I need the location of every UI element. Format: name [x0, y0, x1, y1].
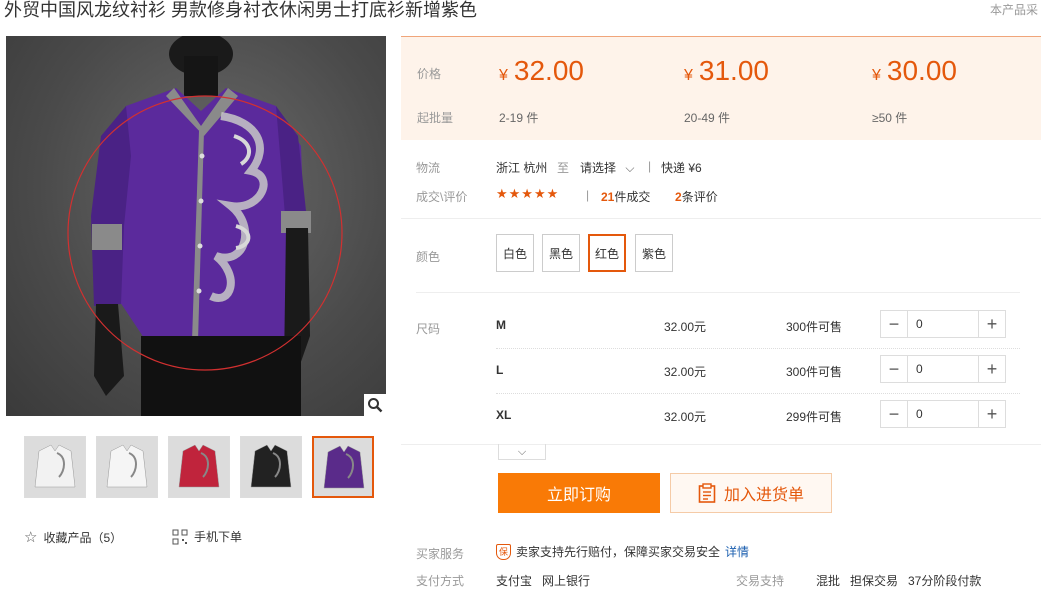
moq-tier-3: ≥50 件 [872, 111, 908, 125]
decrement-button[interactable]: − [881, 356, 907, 382]
moq-label: 起批量 [417, 111, 454, 125]
chevron-down-icon: ⌵ [625, 161, 635, 175]
reviews-label: 成交\评价 [416, 190, 468, 204]
size-price: 32.00元 [664, 365, 707, 379]
increment-button[interactable]: + [979, 311, 1005, 337]
size-price: 32.00元 [664, 320, 707, 334]
size-row: M 32.00元 300件可售 −0 + [496, 303, 1020, 348]
purple-shirt-photo [67, 36, 343, 416]
thumbnail-red-shirt[interactable] [168, 436, 230, 498]
thumbnail-purple-shirt[interactable] [312, 436, 374, 498]
buyer-service: 保 卖家支持先行赔付，保障买家交易安全 详情 [496, 543, 749, 560]
payment-methods: 支付宝 网上银行 [496, 574, 591, 588]
trade-support-methods: 混批 担保交易 37分阶段付款 [816, 574, 982, 588]
review-count[interactable]: 2条评价 [675, 188, 718, 205]
logistics-to: 至 [557, 161, 570, 175]
payment-label: 支付方式 [416, 574, 465, 588]
rating-stars: ★★★★★ [496, 186, 560, 201]
size-stock: 300件可售 [786, 365, 843, 379]
size-name: L [496, 363, 504, 377]
express-fee: 快递 ¥6 [661, 161, 702, 175]
size-name: XL [496, 408, 512, 422]
moq-tier-1: 2-19 件 [499, 111, 539, 125]
divider [416, 292, 1020, 293]
qr-code-icon [172, 529, 188, 544]
trade-support-label: 交易支持 [736, 574, 785, 588]
quantity-stepper: −0 + [880, 400, 1006, 428]
product-notice: 本产品采 [990, 3, 1039, 17]
order-now-button[interactable]: 立即订购 [498, 473, 660, 513]
increment-button[interactable]: + [979, 401, 1005, 427]
size-stock: 300件可售 [786, 320, 843, 334]
product-title: 外贸中国风龙纹衬衫 男款修身衬衣休闲男士打底衫新增紫色 [4, 0, 477, 20]
quantity-stepper: −0 + [880, 355, 1006, 383]
size-name: M [496, 318, 506, 332]
logistics-label: 物流 [416, 161, 441, 175]
expand-sizes-button[interactable]: ⌵ [498, 444, 546, 460]
price-label: 价格 [417, 67, 442, 81]
price-panel: 价格 起批量 ¥32.00 ¥31.00 ¥30.00 2-19 件 20-49… [401, 36, 1041, 140]
add-to-purchase-list-button[interactable]: 加入进货单 [670, 473, 832, 513]
clipboard-icon [698, 483, 716, 503]
price-tier-2: ¥31.00 [684, 55, 769, 86]
buyer-service-label: 买家服务 [416, 547, 465, 561]
color-label: 颜色 [416, 250, 441, 264]
decrement-button[interactable]: − [881, 401, 907, 427]
quantity-input[interactable]: 0 [907, 401, 979, 427]
thumbnail-white-shirt-side[interactable] [96, 436, 158, 498]
zoom-button[interactable] [364, 394, 386, 416]
color-option-1[interactable]: 黑色 [542, 234, 580, 272]
destination-select[interactable]: 请选择 ⌵ [580, 159, 634, 176]
magnifier-icon [368, 398, 383, 413]
size-row: L 32.00元 300件可售 −0 + [496, 348, 1020, 393]
logistics-origin: 浙江 杭州 [496, 161, 548, 175]
mobile-order-label: 手机下单 [194, 530, 243, 544]
mobile-order-button[interactable]: 手机下单 [172, 528, 242, 545]
color-option-3[interactable]: 紫色 [635, 234, 673, 272]
quantity-stepper: −0 + [880, 310, 1006, 338]
reviews-separator: | [586, 188, 590, 202]
decrement-button[interactable]: − [881, 311, 907, 337]
favorite-label: 收藏产品（5） [43, 530, 123, 545]
price-tier-3: ¥30.00 [872, 55, 957, 86]
chevron-down-icon: ⌵ [517, 445, 527, 458]
shield-badge-icon: 保 [496, 543, 511, 560]
thumbnail-white-shirt-front[interactable] [24, 436, 86, 498]
thumbnail-strip [24, 436, 374, 498]
divider [401, 444, 1041, 445]
logistics-separator: | [648, 159, 652, 173]
size-row: XL 32.00元 299件可售 −0 + [496, 393, 1020, 438]
service-detail-link[interactable]: 详情 [725, 543, 749, 560]
thumbnail-black-shirt[interactable] [240, 436, 302, 498]
star-outline-icon: ☆ [24, 529, 38, 546]
color-option-0[interactable]: 白色 [496, 234, 534, 272]
add-to-list-label: 加入进货单 [723, 487, 804, 504]
price-tier-1: ¥32.00 [499, 55, 584, 86]
divider [401, 218, 1041, 219]
sold-count[interactable]: 21件成交 [601, 188, 650, 205]
size-stock: 299件可售 [786, 410, 843, 424]
main-product-image[interactable] [6, 36, 386, 416]
size-price: 32.00元 [664, 410, 707, 424]
moq-tier-2: 20-49 件 [684, 111, 731, 125]
color-option-2[interactable]: 红色 [588, 234, 626, 272]
quantity-input[interactable]: 0 [907, 311, 979, 337]
favorite-product-button[interactable]: ☆ 收藏产品（5） [24, 528, 122, 546]
quantity-input[interactable]: 0 [907, 356, 979, 382]
increment-button[interactable]: + [979, 356, 1005, 382]
size-label: 尺码 [416, 322, 441, 336]
